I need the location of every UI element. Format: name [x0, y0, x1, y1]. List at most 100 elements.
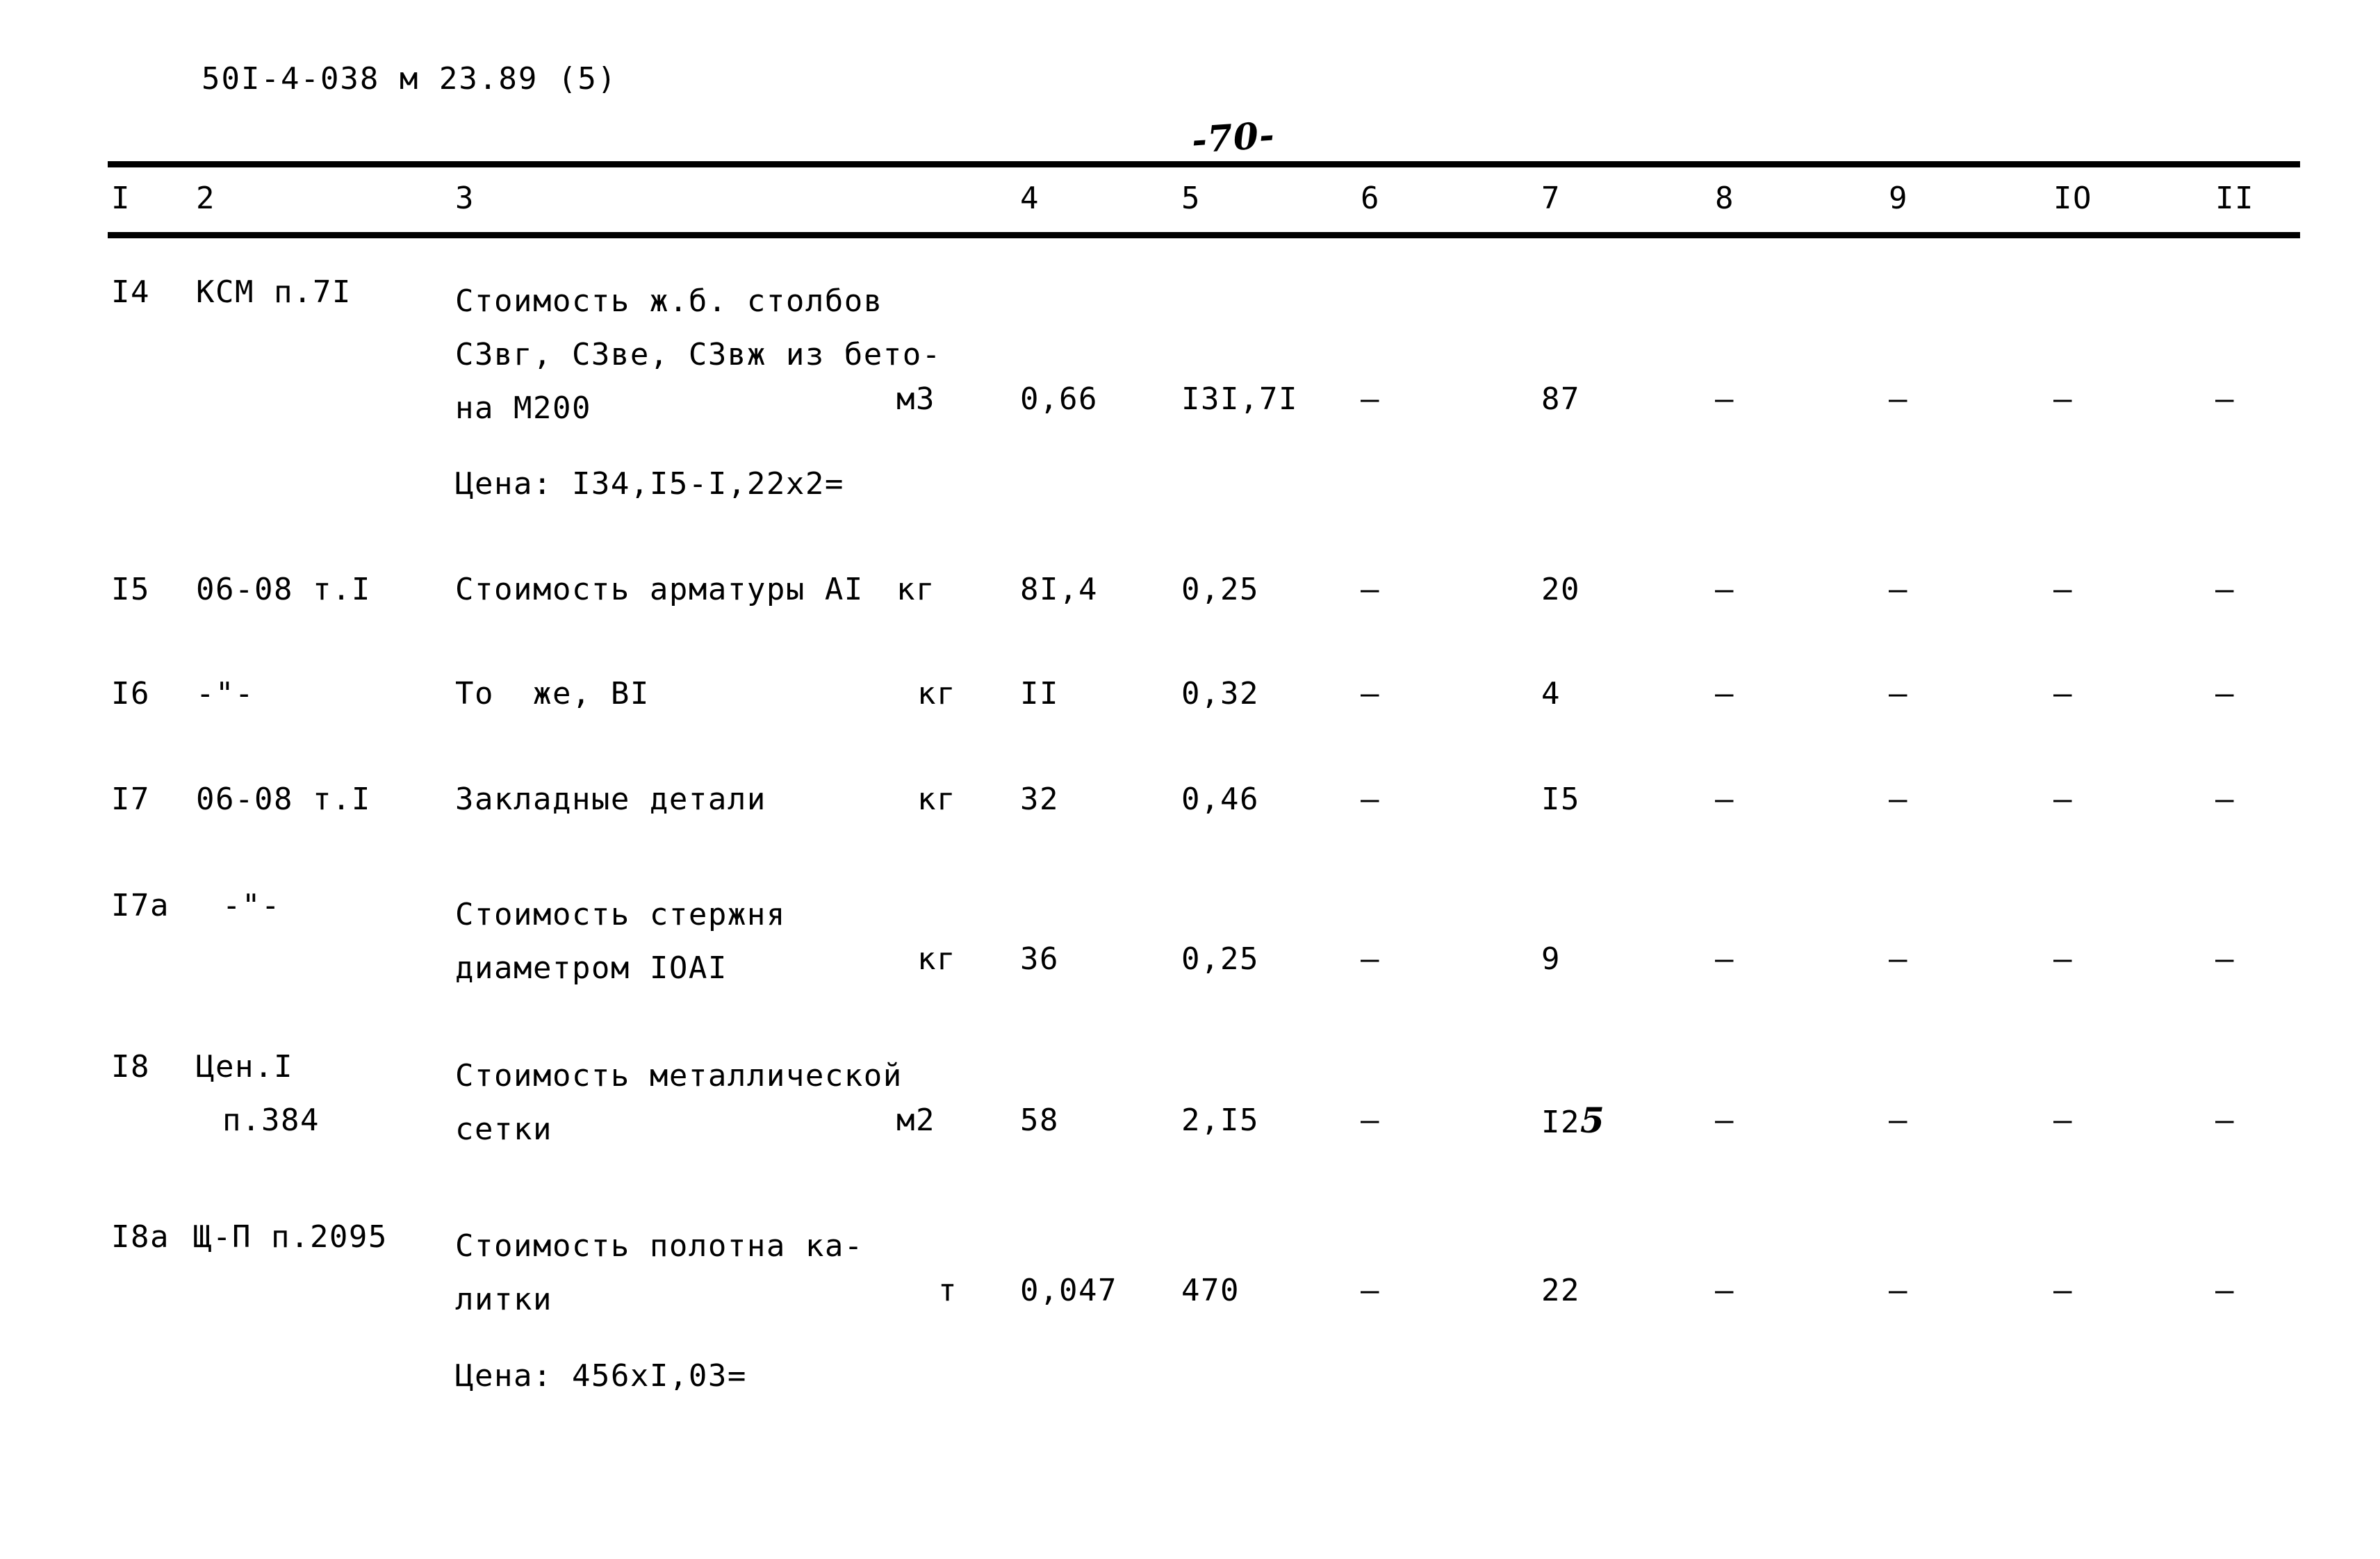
row-col5: 2,I5 [1181, 1103, 1259, 1138]
row-col4: 0,66 [1020, 381, 1098, 417]
row-code: -"- [196, 676, 254, 711]
column-header-8: 8 [1715, 181, 1734, 216]
row-col7-mixed: I25 [1541, 1103, 1680, 1141]
row-price-note: Цена: I34,I5-I,22x2= [455, 466, 844, 502]
row-col8: – [1715, 941, 1734, 977]
row-col8: – [1715, 572, 1734, 607]
row-col10: – [2053, 1103, 2073, 1138]
row-code: Цен.I [196, 1049, 293, 1084]
row-unit: кг [917, 676, 956, 711]
row-col9: – [1889, 572, 1908, 607]
row-col6: – [1361, 1273, 1380, 1308]
estimate-table: I 2 3 4 5 6 7 8 9 IO II I4 КСМ п.7I Стои… [0, 0, 2380, 1559]
row-col10: – [2053, 381, 2073, 417]
row-description: То же, ВI [455, 676, 650, 711]
row-col9: – [1889, 381, 1908, 417]
column-header-5: 5 [1181, 181, 1201, 216]
row-description: Стоимость ж.б. столбов СЗвг, СЗве, СЗвж … [455, 274, 942, 435]
desc-line: на М200 [455, 390, 591, 426]
row-col7: 4 [1541, 676, 1561, 711]
desc-line: диаметром IOAI [455, 950, 728, 986]
desc-line: сетки [455, 1112, 552, 1147]
desc-line: Стоимость стержня [455, 897, 786, 932]
row-col8: – [1715, 782, 1734, 817]
column-header-2: 2 [196, 181, 215, 216]
row-col11: – [2215, 941, 2235, 977]
column-header-10: IO [2053, 181, 2092, 216]
row-col8: – [1715, 676, 1734, 711]
row-col7-typed: I2 [1541, 1105, 1580, 1140]
row-col7: 87 [1541, 381, 1580, 417]
row-col4: 8I,4 [1020, 572, 1098, 607]
column-header-4: 4 [1020, 181, 1040, 216]
row-col6: – [1361, 572, 1380, 607]
row-col6: – [1361, 676, 1380, 711]
row-col6: – [1361, 381, 1380, 417]
row-code: -"- [222, 888, 281, 923]
row-col4: 58 [1020, 1103, 1059, 1138]
column-header-3: 3 [455, 181, 475, 216]
row-col10: – [2053, 572, 2073, 607]
row-code: Щ-П п.2095 [193, 1219, 388, 1255]
row-col5: 0,25 [1181, 941, 1259, 977]
row-description: Стоимость полотна ка- литки [455, 1219, 864, 1326]
row-price-note: Цена: 456xI,03= [455, 1358, 747, 1394]
row-col5: 470 [1181, 1273, 1240, 1308]
row-col5: I3I,7I [1181, 381, 1298, 417]
column-header-11: II [2215, 181, 2254, 216]
row-unit: т [938, 1273, 958, 1308]
row-position: I4 [111, 274, 150, 310]
row-unit: кг [896, 572, 935, 607]
desc-line: Стоимость полотна ка- [455, 1228, 864, 1264]
row-description: Стоимость металлической сетки [455, 1049, 903, 1156]
row-col10: – [2053, 782, 2073, 817]
row-col4: 32 [1020, 782, 1059, 817]
row-col7: 9 [1541, 941, 1561, 977]
column-header-1: I [111, 181, 131, 216]
row-col8: – [1715, 1273, 1734, 1308]
row-col4: 36 [1020, 941, 1059, 977]
row-position: I8 [111, 1049, 150, 1084]
row-position: I7а [111, 888, 170, 923]
row-col11: – [2215, 1273, 2235, 1308]
row-col6: – [1361, 941, 1380, 977]
desc-line: Стоимость металлической [455, 1058, 903, 1094]
row-position: I7 [111, 782, 150, 817]
row-code: 06-08 т.I [196, 572, 371, 607]
row-unit: м3 [896, 381, 935, 417]
row-unit: кг [917, 782, 956, 817]
row-col7: 20 [1541, 572, 1580, 607]
row-col11: – [2215, 572, 2235, 607]
row-col9: – [1889, 941, 1908, 977]
row-unit: м2 [896, 1103, 935, 1138]
row-col10: – [2053, 941, 2073, 977]
row-code-line2: п.384 [222, 1103, 320, 1138]
row-col8: – [1715, 1103, 1734, 1138]
row-description: Стоимость стержня диаметром IOAI [455, 888, 786, 995]
row-position: I5 [111, 572, 150, 607]
row-col7: 22 [1541, 1273, 1580, 1308]
row-col8: – [1715, 381, 1734, 417]
desc-line: СЗвг, СЗве, СЗвж из бето- [455, 337, 942, 372]
row-col11: – [2215, 381, 2235, 417]
row-description: Стоимость арматуры АI [455, 572, 864, 607]
document-page: 50I-4-038 м 23.89 (5) -70- I 2 3 4 5 6 7… [0, 0, 2380, 1559]
column-header-6: 6 [1361, 181, 1380, 216]
row-col7-handwritten-digit: 5 [1579, 1100, 1605, 1141]
column-header-9: 9 [1889, 181, 1908, 216]
row-position: I6 [111, 676, 150, 711]
row-col5: 0,25 [1181, 572, 1259, 607]
row-col6: – [1361, 1103, 1380, 1138]
row-col9: – [1889, 782, 1908, 817]
row-col9: – [1889, 1103, 1908, 1138]
row-col7: I5 [1541, 782, 1580, 817]
row-col11: – [2215, 1103, 2235, 1138]
row-col5: 0,32 [1181, 676, 1259, 711]
row-col4: II [1020, 676, 1059, 711]
row-col6: – [1361, 782, 1380, 817]
row-col10: – [2053, 1273, 2073, 1308]
row-col10: – [2053, 676, 2073, 711]
column-header-7: 7 [1541, 181, 1561, 216]
row-code: КСМ п.7I [196, 274, 352, 310]
desc-line: литки [455, 1282, 552, 1317]
